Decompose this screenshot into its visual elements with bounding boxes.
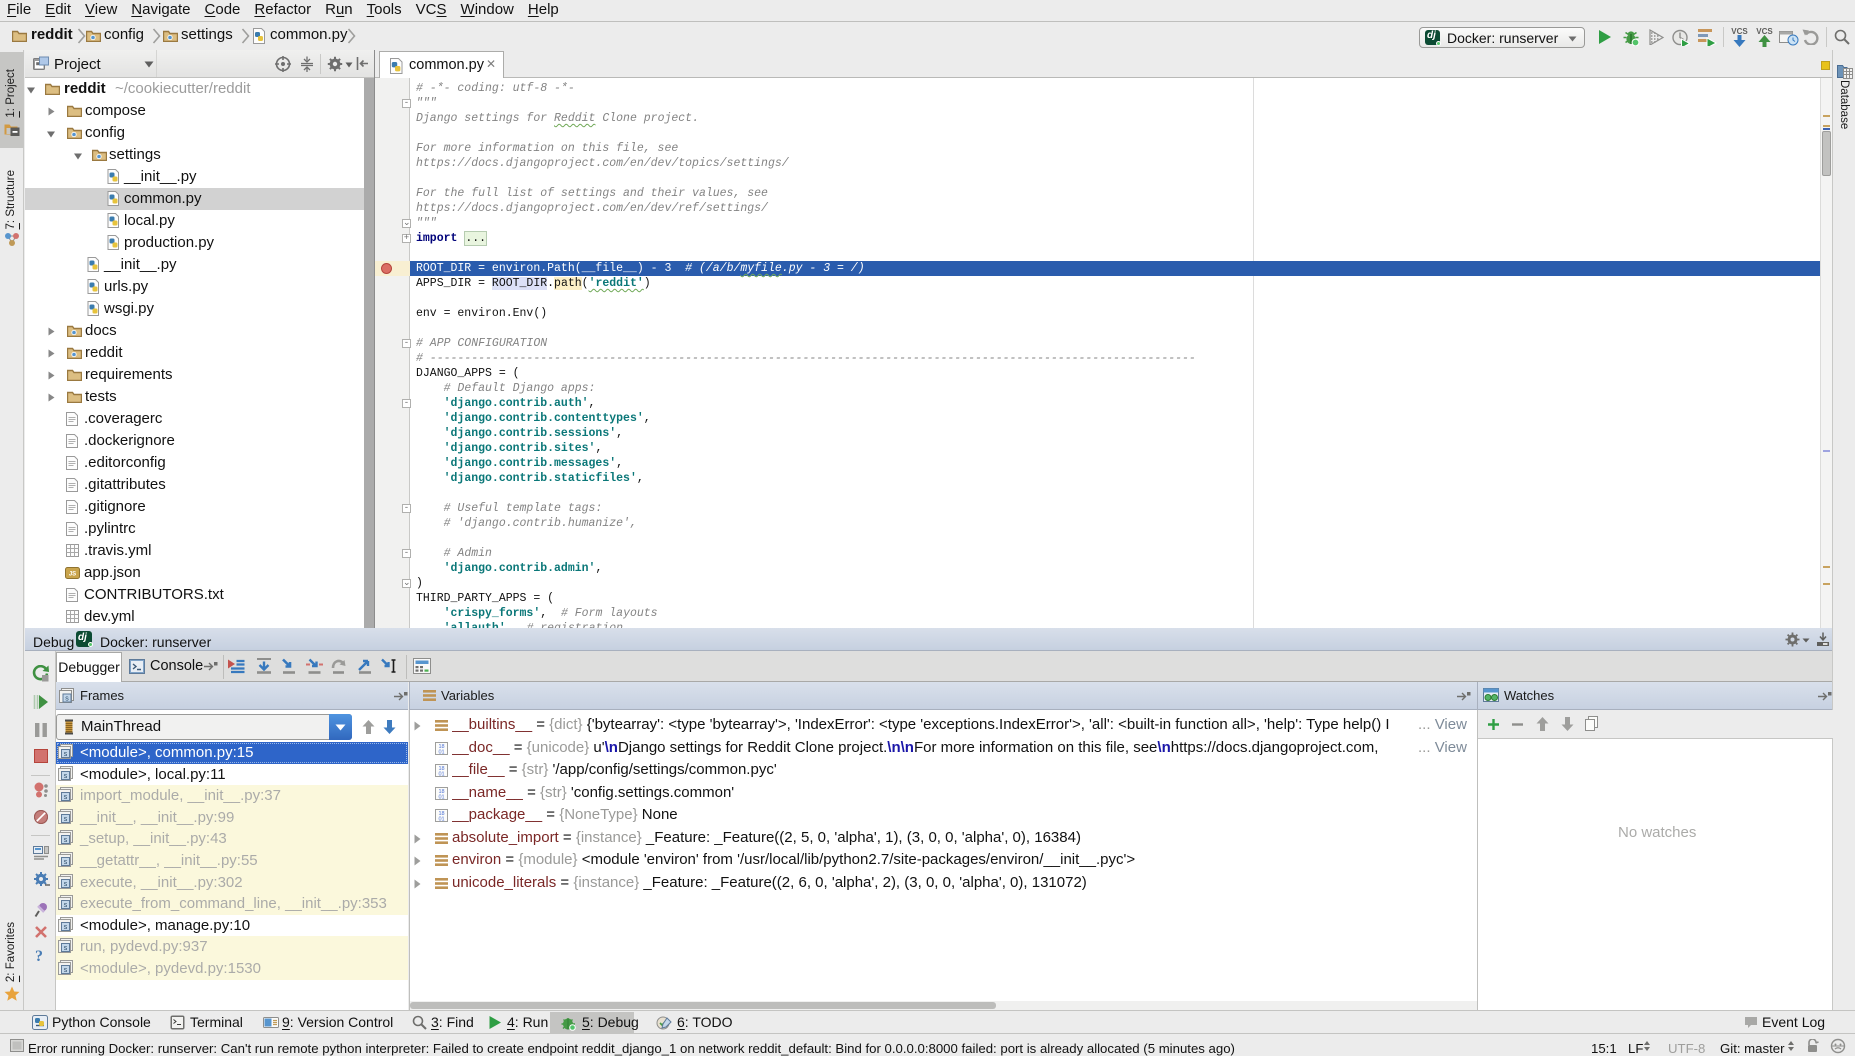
svg-text:s: s: [63, 945, 67, 953]
svg-text:s: s: [63, 902, 67, 910]
svg-text:01: 01: [438, 772, 444, 778]
svg-text:VCS: VCS: [1731, 27, 1748, 36]
svg-text:s: s: [63, 837, 67, 845]
svg-text:s: s: [63, 816, 67, 824]
svg-text:01: 01: [438, 817, 444, 823]
svg-text:VCS: VCS: [1756, 27, 1773, 36]
svg-text:JS: JS: [69, 572, 76, 578]
svg-text:01: 01: [438, 749, 444, 755]
svg-text:01: 01: [438, 794, 444, 800]
svg-text:s: s: [63, 794, 67, 802]
svg-text:s: s: [65, 696, 69, 704]
svg-text:s: s: [63, 773, 67, 781]
svg-text:s: s: [63, 751, 67, 759]
svg-text:s: s: [63, 924, 67, 932]
svg-text:s: s: [63, 859, 67, 867]
svg-text:s: s: [63, 967, 67, 975]
svg-text:s: s: [63, 881, 67, 889]
